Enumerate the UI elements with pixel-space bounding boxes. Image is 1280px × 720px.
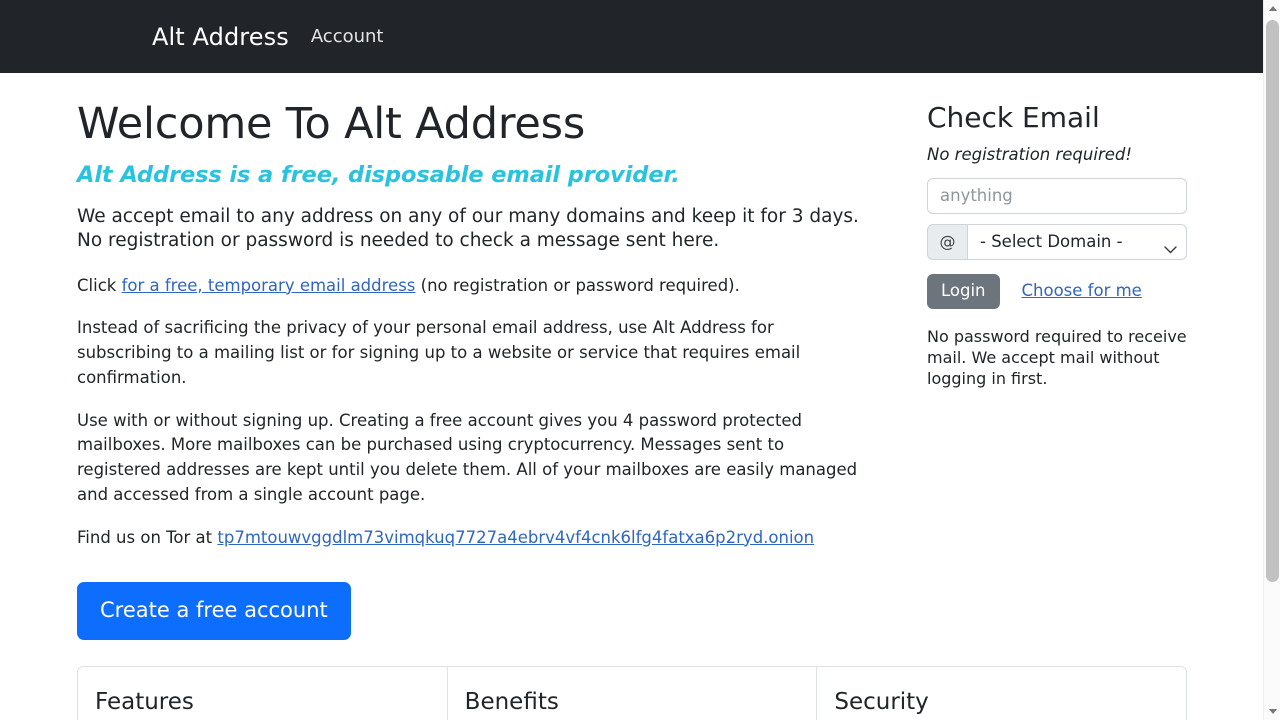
benefits-card-title: Benefits [464,689,559,716]
brand-title: Alt Address [152,22,289,51]
caret-up-icon [1268,6,1277,11]
login-button[interactable]: Login [927,273,1000,310]
browser-viewport: Alt Address Account Welcome To Alt Addre… [0,0,1280,720]
content-container: Welcome To Alt Address Alt Address is a … [0,73,1263,641]
privacy-paragraph: Instead of sacrificing the privacy of yo… [77,318,801,387]
navbar: Alt Address Account [0,0,1263,73]
vertical-scrollbar[interactable] [1263,0,1280,720]
tor-onion-link[interactable]: tp7mtouwvggdlm73vimqkuq7727a4ebrv4vf4cnk… [217,528,814,547]
scrollbar-thumb[interactable] [1266,20,1279,582]
accept-paragraph: We accept email to any address on any of… [77,205,873,254]
ukraine-flag-icon [76,17,134,57]
signup-paragraph: Use with or without signing up. Creating… [77,410,858,504]
no-registration-subtitle: No registration required! [927,144,1132,164]
scroll-down-button[interactable] [1264,703,1280,720]
accept-line-2: No registration or password is needed to… [77,230,720,252]
features-card-title: Features [95,689,194,716]
info-cards-container: Features > No registration required > Ma… [77,666,1187,720]
tor-paragraph: Find us on Tor at tp7mtouwvggdlm73vimqku… [77,526,873,551]
choose-for-me-link[interactable]: Choose for me [1022,279,1142,304]
domain-select[interactable]: - Select Domain - [967,223,1187,260]
main-column: Welcome To Alt Address Alt Address is a … [77,73,903,641]
check-email-actions: Login Choose for me [927,273,1187,310]
create-free-account-button[interactable]: Create a free account [77,582,351,641]
click-prefix-text: Click [77,275,122,295]
click-paragraph: Click for a free, temporary email addres… [77,274,873,299]
domain-select-wrapper: - Select Domain - [967,223,1187,260]
no-password-note: No password required to receive mail. We… [927,327,1187,388]
page-content: Alt Address Account Welcome To Alt Addre… [0,0,1263,720]
nav-link-account[interactable]: Account [311,24,384,50]
accept-line-1: We accept email to any address on any of… [77,205,859,227]
at-sign-icon: @ [927,223,967,260]
security-card-title: Security [834,689,929,716]
tor-prefix-text: Find us on Tor at [77,527,218,547]
domain-input-group: @ - Select Domain - [927,223,1187,260]
free-temporary-email-link[interactable]: for a free, temporary email address [122,276,416,295]
check-email-title: Check Email [927,101,1100,134]
benefits-card: Benefits > Keeps your email accounts jun… [448,667,818,720]
tagline: Alt Address is a free, disposable email … [77,161,680,188]
security-card: Security > Spam & virus filtering > Inli… [817,667,1186,720]
click-suffix-text: (no registration or password required). [415,275,740,295]
features-card: Features > No registration required > Ma… [78,667,448,720]
caret-down-icon [1268,709,1277,714]
brand-home-link[interactable]: Alt Address [76,17,289,57]
scroll-up-button[interactable] [1264,0,1280,17]
mailbox-name-input[interactable] [927,177,1187,214]
scrollbar-track[interactable] [1264,17,1280,703]
check-email-panel: Check Email No registration required! @ … [903,73,1187,390]
page-title: Welcome To Alt Address [77,99,586,149]
